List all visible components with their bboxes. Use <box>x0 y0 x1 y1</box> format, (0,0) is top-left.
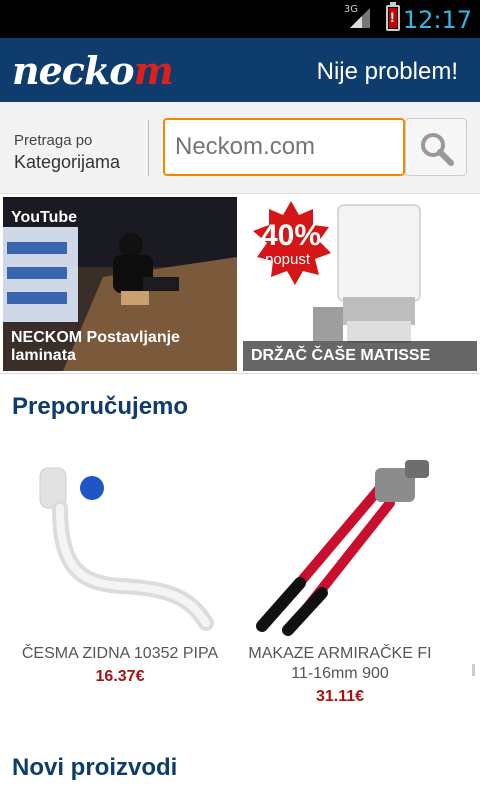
signal-icon <box>350 8 370 28</box>
status-bar: 3G 12:17 <box>0 0 480 38</box>
carousel-edge-indicator <box>472 664 475 676</box>
app-header: neckom Nije problem! <box>0 38 480 102</box>
banner-caption: DRŽAČ ČAŠE MATISSE <box>243 341 477 371</box>
product-name: ČESMA ZIDNA 10352 PIPA <box>21 645 219 662</box>
youtube-label: YouTube <box>11 209 78 226</box>
neckom-logo[interactable]: neckom <box>12 48 174 93</box>
banner-promo[interactable]: 40% popust DRŽAČ ČAŠE MATISSE <box>243 197 477 371</box>
discount-percent: 40% <box>261 219 322 252</box>
product-image <box>240 448 440 638</box>
product-card[interactable]: MAKAZE ARMIRAČKE FI 11-16mm 900 31.11€ <box>240 448 440 706</box>
bolt-cutter-image <box>256 460 429 636</box>
section-title-new-products: Novi proizvodi <box>12 754 178 781</box>
search-icon <box>421 133 454 166</box>
slogan: Nije problem! <box>316 58 458 85</box>
search-button[interactable] <box>405 118 467 176</box>
section-title-recommended: Preporučujemo <box>12 393 189 420</box>
clock: 12:17 <box>402 6 472 34</box>
banner-video[interactable]: YouTube NECKOM Postavljanje laminata <box>3 197 237 371</box>
faucet-image <box>39 467 214 631</box>
divider <box>0 373 480 374</box>
category-label-small: Pretraga po <box>14 132 93 149</box>
product-name: MAKAZE ARMIRAČKE FI 11-16mm 900 <box>248 645 432 682</box>
product-price: 16.37€ <box>95 668 145 685</box>
battery-warning-icon <box>386 2 400 31</box>
product-price: 31.11€ <box>315 688 365 705</box>
divider <box>148 120 149 176</box>
product-card[interactable]: ČESMA ZIDNA 10352 PIPA 16.37€ <box>20 448 220 686</box>
search-input[interactable] <box>163 118 405 176</box>
category-label-big: Kategorijama <box>14 152 121 172</box>
discount-label: popust <box>265 251 311 268</box>
search-bar: Pretraga po Kategorijama <box>0 102 480 194</box>
banner-caption: NECKOM Postavljanje laminata <box>11 329 180 364</box>
promo-banners: YouTube NECKOM Postavljanje laminata 40%… <box>0 195 480 375</box>
product-image <box>20 448 220 638</box>
